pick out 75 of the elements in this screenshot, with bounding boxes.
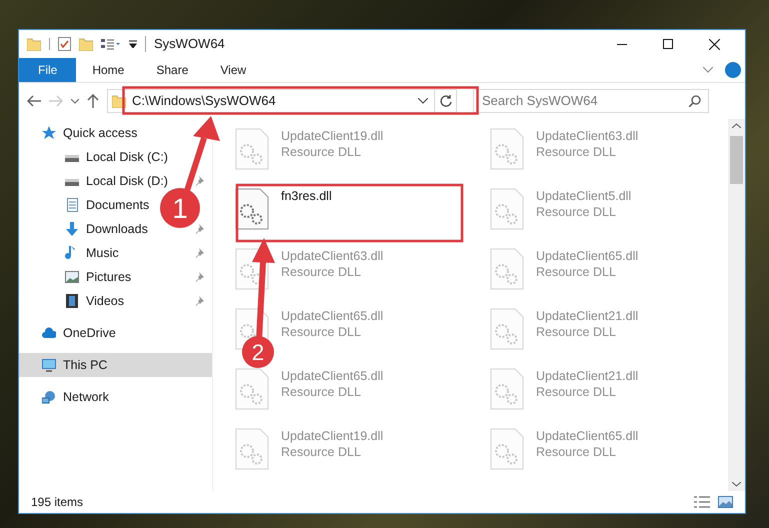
sidebar-item[interactable]: Pictures [19,265,136,289]
pin-icon[interactable] [195,272,204,282]
gear-file-icon [490,428,524,470]
sidebar-item[interactable]: Network [19,385,113,409]
file-type: Resource DLL [536,384,617,400]
large-icons-view-icon[interactable] [718,496,733,508]
file-type: Resource DLL [281,264,362,280]
sidebar-item[interactable]: Quick access [19,121,142,145]
gear-file-icon [490,368,524,410]
file-type: Resource DLL [536,444,617,460]
search-field[interactable]: Search SysWOW64 [473,88,709,113]
file-type: Resource DLL [281,144,362,160]
cloud-icon [42,326,56,340]
gear-file-icon [235,128,269,170]
gear-file-icon [490,188,524,230]
address-path: C:\Windows\SysWOW64 [132,92,276,110]
scroll-up-icon[interactable] [732,123,741,128]
maximize-icon [663,39,673,49]
doc-icon [65,198,79,212]
ribbon-tab[interactable]: View [204,58,262,82]
step-number-badge: 1 [160,188,200,228]
properties-icon[interactable] [58,37,71,51]
gear-file-icon [490,128,524,170]
help-icon[interactable] [725,62,741,78]
file-name[interactable]: fn3res.dll [281,188,332,204]
file-type: Resource DLL [536,144,617,160]
expand-ribbon-icon[interactable] [703,67,713,73]
details-view-icon[interactable] [694,496,710,508]
gear-file-icon [235,368,269,410]
pin-icon[interactable] [195,248,204,258]
gear-file-icon [235,428,269,470]
pin-icon[interactable] [195,296,204,306]
gear-file-icon [490,248,524,290]
pin-icon[interactable] [195,224,204,234]
scrollbar-thumb[interactable] [730,136,743,184]
sidebar-item[interactable]: Downloads [19,217,152,241]
network-icon [42,390,56,404]
picture-icon [65,270,79,284]
dropdown-caret-icon[interactable] [418,98,428,104]
sidebar-item[interactable]: Music [19,241,123,265]
customize-toolbar-icon[interactable] [129,40,137,48]
gear-file-icon [235,188,269,230]
file-type: Resource DLL [536,264,617,280]
sidebar-item[interactable]: Videos [19,289,128,313]
file-type: Resource DLL [536,204,617,220]
star-icon [42,126,56,140]
video-icon [65,294,79,308]
search-icon [689,94,701,107]
step-number-badge: 2 [242,336,274,368]
file-type: Resource DLL [281,384,362,400]
scrollbar[interactable] [728,119,745,491]
view-options-icon[interactable] [101,38,121,50]
sidebar-item[interactable]: Documents [19,193,154,217]
gear-file-icon [490,308,524,350]
refresh-icon [440,95,452,107]
item-count: 195 items [31,494,84,511]
ribbon-tab[interactable]: Home [76,58,140,82]
up-arrow-icon[interactable] [87,94,99,108]
download-icon [65,222,79,236]
ribbon-tab[interactable]: File [19,58,76,82]
close-icon [708,38,720,50]
scroll-down-icon[interactable] [732,482,741,487]
address-bar[interactable]: C:\Windows\SysWOW64 [107,89,457,113]
file-type: Resource DLL [281,324,362,340]
ribbon-tab[interactable]: Share [140,58,204,82]
pc-icon [42,358,56,372]
pin-icon[interactable] [195,176,204,186]
file-type: Resource DLL [536,324,617,340]
window-title: SysWOW64 [154,35,225,54]
sidebar-item[interactable]: OneDrive [19,321,120,345]
file-type: Resource DLL [281,444,362,460]
recent-locations-icon[interactable] [71,98,79,104]
back-arrow-icon[interactable] [27,95,41,107]
sidebar-item[interactable]: Local Disk (C:) [19,145,172,169]
sidebar-item[interactable]: This PC [19,353,212,377]
